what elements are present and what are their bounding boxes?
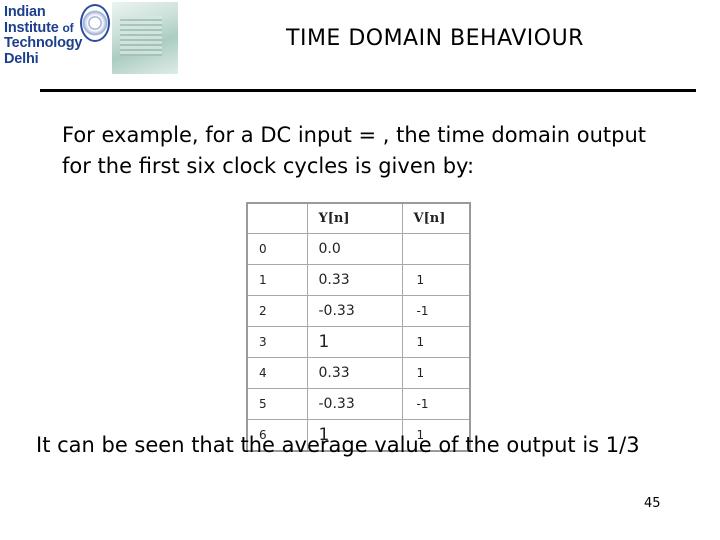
header-v: V[n] [401, 202, 471, 234]
table-row: 4 0.33 1 [246, 357, 471, 389]
cell-n: 2 [246, 295, 308, 327]
cell-n: 0 [246, 233, 308, 265]
cell-n: 5 [246, 388, 308, 420]
cell-v: 1 [401, 264, 471, 296]
logo-line-delhi: Delhi [4, 50, 39, 67]
logo-line-institute: Institute of [4, 19, 74, 36]
cell-y: 1 [306, 326, 403, 358]
output-table-container: Y[n] V[n] 0 0.0 1 0.33 1 2 -0.33 -1 3 1 … [246, 202, 471, 452]
cell-v: -1 [401, 388, 471, 420]
conclusion-text: It can be seen that the average value of… [36, 433, 640, 457]
table-header-row: Y[n] V[n] [246, 202, 471, 234]
cell-n: 4 [246, 357, 308, 389]
logo-text: Indian Institute of Technology Delhi [4, 4, 83, 67]
table-row: 3 1 1 [246, 326, 471, 358]
cell-y: -0.33 [306, 295, 403, 327]
intro-line-2: for the first six clock cycles is given … [62, 154, 475, 178]
institute-emblem-icon [80, 4, 110, 42]
output-table: Y[n] V[n] 0 0.0 1 0.33 1 2 -0.33 -1 3 1 … [246, 202, 471, 452]
cell-y: -0.33 [306, 388, 403, 420]
page-number: 45 [644, 496, 661, 511]
intro-text: For example, for a DC input = , the time… [62, 120, 702, 182]
slide-title: TIME DOMAIN BEHAVIOUR [286, 26, 584, 51]
table-row: 2 -0.33 -1 [246, 295, 471, 327]
cell-n: 3 [246, 326, 308, 358]
table-row: 0 0.0 [246, 233, 471, 265]
campus-photo [112, 2, 178, 74]
logo-line-technology: Technology [4, 35, 83, 51]
cell-v [401, 233, 471, 265]
cell-n: 1 [246, 264, 308, 296]
cell-v: 1 [401, 326, 471, 358]
cell-v: 1 [401, 357, 471, 389]
table-row: 5 -0.33 -1 [246, 388, 471, 420]
table-row: 1 0.33 1 [246, 264, 471, 296]
cell-y: 0.0 [306, 233, 403, 265]
header-y: Y[n] [306, 202, 403, 234]
logo-line-indian: Indian [4, 4, 46, 20]
header-n [246, 202, 308, 234]
iit-delhi-logo: Indian Institute of Technology Delhi [0, 0, 180, 76]
title-divider [40, 89, 696, 92]
intro-line-1: For example, for a DC input = , the time… [62, 123, 646, 147]
cell-v: -1 [401, 295, 471, 327]
cell-y: 0.33 [306, 264, 403, 296]
cell-y: 0.33 [306, 357, 403, 389]
